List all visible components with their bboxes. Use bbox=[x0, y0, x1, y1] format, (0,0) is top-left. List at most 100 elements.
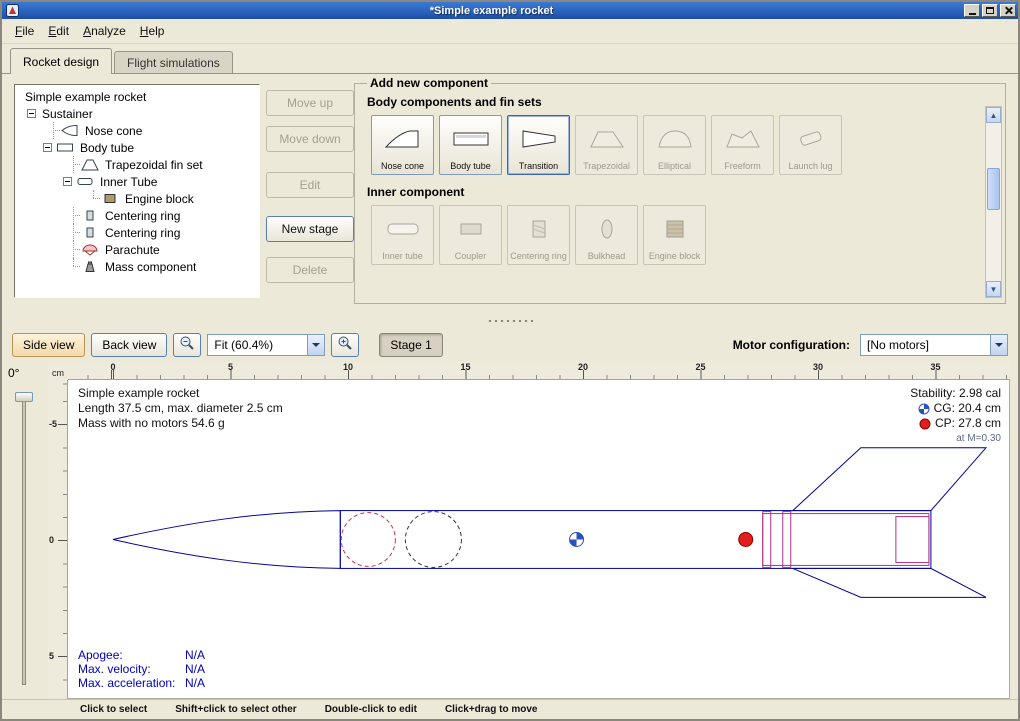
horizontal-ruler: 0 5 10 15 20 25 30 35 bbox=[68, 362, 1010, 380]
chevron-down-icon bbox=[995, 343, 1003, 347]
move-down-button[interactable]: Move down bbox=[266, 126, 354, 152]
add-transition-button[interactable]: Transition bbox=[507, 115, 570, 175]
hint-click-select: Click to select bbox=[80, 704, 147, 715]
minimize-button[interactable] bbox=[964, 4, 980, 17]
tree-row-mass-component[interactable]: Mass component bbox=[17, 258, 257, 275]
add-centering-ring-button[interactable]: Centering ring bbox=[507, 205, 570, 265]
tree-row-inner-tube[interactable]: Inner Tube bbox=[17, 173, 257, 190]
zoom-out-button[interactable] bbox=[173, 333, 201, 357]
rocket-canvas[interactable]: Simple example rocket Length 37.5 cm, ma… bbox=[68, 380, 1010, 699]
menu-edit[interactable]: Edit bbox=[41, 21, 76, 41]
collapse-icon[interactable] bbox=[63, 177, 72, 186]
menu-analyze[interactable]: Analyze bbox=[76, 21, 133, 41]
transition-icon bbox=[519, 127, 559, 151]
add-trapezoidal-fin-button[interactable]: Trapezoidal bbox=[575, 115, 638, 175]
add-engine-block-button[interactable]: Engine block bbox=[643, 205, 706, 265]
rocket-info: Simple example rocket Length 37.5 cm, ma… bbox=[78, 386, 283, 431]
nose-cone-icon bbox=[61, 124, 79, 137]
fin-bottom-shape[interactable] bbox=[793, 568, 986, 597]
new-stage-button[interactable]: New stage bbox=[266, 216, 354, 242]
tree-row-sustainer[interactable]: Sustainer bbox=[17, 105, 257, 122]
menu-help[interactable]: Help bbox=[133, 21, 172, 41]
nose-cone-shape[interactable] bbox=[113, 511, 340, 569]
rotation-slider-track[interactable] bbox=[22, 392, 26, 685]
view-toolbar: Side view Back view Fit (60.4%) Stage 1 … bbox=[2, 327, 1018, 362]
scroll-down-button[interactable]: ▼ bbox=[986, 281, 1001, 297]
centering-ring-icon bbox=[519, 217, 559, 241]
tree-row-nose-cone[interactable]: Nose cone bbox=[17, 122, 257, 139]
cg-marker bbox=[570, 533, 584, 547]
body-tube-shape[interactable] bbox=[340, 511, 931, 569]
tree-row-centering-ring-1[interactable]: Centering ring bbox=[17, 207, 257, 224]
centering-ring-shape[interactable] bbox=[783, 512, 791, 568]
mach-note: at M=0.30 bbox=[910, 431, 1001, 446]
cg-icon bbox=[918, 403, 930, 415]
zoom-select[interactable]: Fit (60.4%) bbox=[207, 334, 325, 356]
add-elliptical-fin-button[interactable]: Elliptical bbox=[643, 115, 706, 175]
chevron-down-icon bbox=[312, 343, 320, 347]
component-tree[interactable]: Simple example rocket Sustainer Nose con… bbox=[14, 84, 260, 298]
edit-button[interactable]: Edit bbox=[266, 172, 354, 198]
rocket-view-area: 0° cm 0 5 10 15 20 25 30 35 -5 0 5 bbox=[2, 362, 1018, 699]
side-view-button[interactable]: Side view bbox=[12, 333, 85, 357]
engine-block-shape[interactable] bbox=[896, 517, 929, 563]
scrollbar-thumb[interactable] bbox=[987, 168, 1000, 210]
add-inner-tube-button[interactable]: Inner tube bbox=[371, 205, 434, 265]
maximize-button[interactable] bbox=[982, 4, 998, 17]
minimize-icon bbox=[969, 13, 976, 15]
add-body-tube-button[interactable]: Body tube bbox=[439, 115, 502, 175]
engine-block-icon bbox=[655, 217, 695, 241]
motor-configuration-select[interactable]: [No motors] bbox=[860, 334, 1008, 356]
menu-file[interactable]: File bbox=[8, 21, 41, 41]
tab-rocket-design[interactable]: Rocket design bbox=[10, 48, 112, 74]
rotation-control: 0° bbox=[2, 362, 48, 699]
rocket-name: Simple example rocket bbox=[78, 386, 283, 401]
apogee-value: N/A bbox=[185, 648, 205, 662]
titlebar[interactable]: *Simple example rocket bbox=[2, 2, 1018, 19]
add-bulkhead-button[interactable]: Bulkhead bbox=[575, 205, 638, 265]
tree-row-body-tube[interactable]: Body tube bbox=[17, 139, 257, 156]
add-nose-cone-button[interactable]: Nose cone bbox=[371, 115, 434, 175]
centering-ring-icon bbox=[81, 226, 99, 239]
back-view-button[interactable]: Back view bbox=[91, 333, 167, 357]
stage-1-toggle[interactable]: Stage 1 bbox=[379, 333, 442, 357]
tree-row-parachute[interactable]: Parachute bbox=[17, 241, 257, 258]
motor-dropdown-button[interactable] bbox=[990, 335, 1007, 355]
menubar: File Edit Analyze Help bbox=[2, 19, 1018, 44]
zoom-dropdown-button[interactable] bbox=[307, 335, 324, 355]
zoom-out-icon bbox=[179, 335, 195, 351]
component-panel-scrollbar[interactable]: ▲ ▼ bbox=[985, 106, 1002, 298]
add-coupler-button[interactable]: Coupler bbox=[439, 205, 502, 265]
collapse-icon[interactable] bbox=[43, 143, 52, 152]
coupler-icon bbox=[451, 217, 491, 241]
fin-top-shape[interactable] bbox=[793, 448, 986, 511]
add-launch-lug-button[interactable]: Launch lug bbox=[779, 115, 842, 175]
inner-tube-shape[interactable] bbox=[763, 514, 929, 566]
scroll-up-button[interactable]: ▲ bbox=[986, 107, 1001, 123]
tree-row-fin-set[interactable]: Trapezoidal fin set bbox=[17, 156, 257, 173]
tree-row-rocket[interactable]: Simple example rocket bbox=[17, 88, 257, 105]
zoom-in-button[interactable] bbox=[331, 333, 359, 357]
maximize-icon bbox=[986, 7, 994, 14]
move-up-button[interactable]: Move up bbox=[266, 90, 354, 116]
centering-ring-shape[interactable] bbox=[763, 512, 771, 568]
stability-legend: Stability: 2.98 cal CG: 20.4 cm CP: 27.8… bbox=[910, 386, 1001, 446]
window-title: *Simple example rocket bbox=[19, 5, 964, 17]
delete-button[interactable]: Delete bbox=[266, 257, 354, 283]
panel-splitter[interactable] bbox=[2, 314, 1018, 327]
collapse-icon[interactable] bbox=[27, 109, 36, 118]
mass-component-shape[interactable] bbox=[405, 512, 461, 568]
bulkhead-icon bbox=[587, 217, 627, 241]
close-button[interactable] bbox=[1000, 4, 1016, 17]
tab-flight-simulations[interactable]: Flight simulations bbox=[114, 51, 233, 73]
parachute-icon bbox=[81, 243, 99, 256]
inner-tube-icon bbox=[76, 175, 94, 188]
parachute-shape[interactable] bbox=[341, 513, 395, 567]
hint-shift-click: Shift+click to select other bbox=[175, 704, 296, 715]
zoom-value: Fit (60.4%) bbox=[208, 338, 307, 352]
add-freeform-fin-button[interactable]: Freeform bbox=[711, 115, 774, 175]
tree-row-engine-block[interactable]: Engine block bbox=[17, 190, 257, 207]
rotation-slider-handle[interactable] bbox=[15, 392, 33, 402]
stability-value: Stability: 2.98 cal bbox=[910, 386, 1001, 401]
tree-row-centering-ring-2[interactable]: Centering ring bbox=[17, 224, 257, 241]
